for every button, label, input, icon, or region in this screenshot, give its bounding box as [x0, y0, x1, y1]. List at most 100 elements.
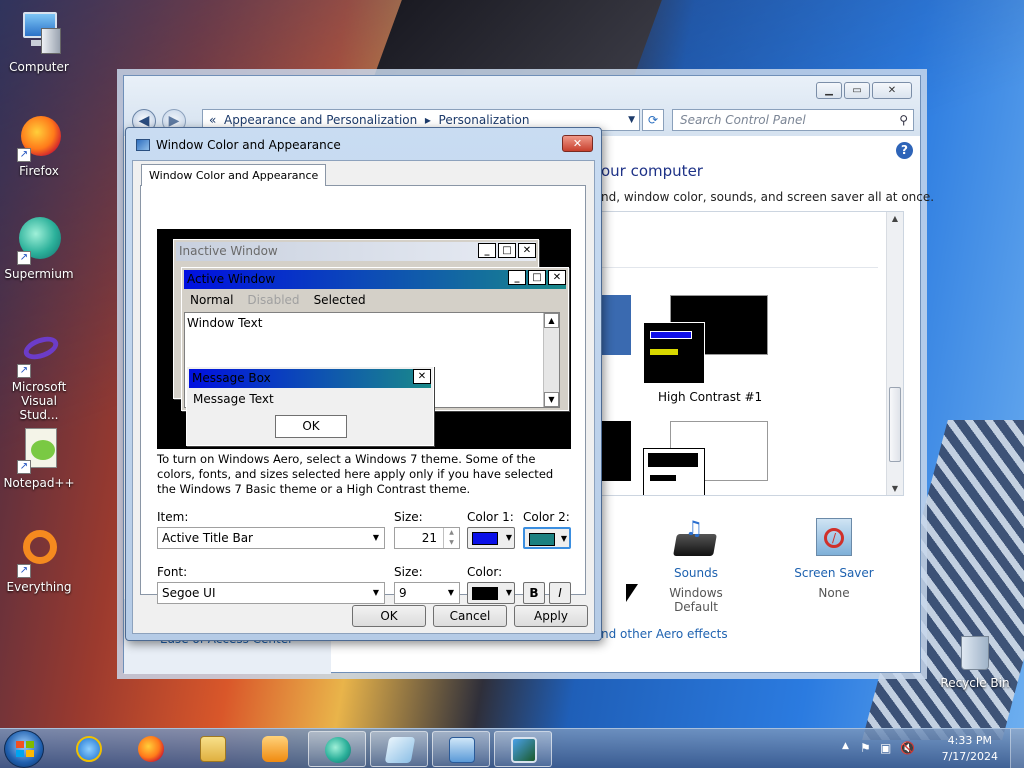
minimize-icon: _ — [478, 243, 496, 258]
item-size-value: 21 — [421, 531, 437, 545]
active-window-buttons: _ □ ✕ — [508, 270, 566, 285]
message-box-title-bar: Message Box — [189, 369, 431, 388]
desktop-icon-notepad-plus-plus[interactable]: ↗ Notepad++ — [0, 424, 78, 490]
sounds-label[interactable]: Sounds — [651, 566, 741, 580]
theme-thumbnail[interactable] — [601, 421, 631, 481]
supermium-icon — [325, 737, 351, 763]
chevron-down-icon: ▼ — [372, 588, 380, 597]
control-panel-icon — [449, 737, 475, 763]
page-title: our computer — [601, 162, 703, 180]
volume-muted-icon[interactable]: 🔇 — [900, 741, 915, 755]
taskbar-media-player[interactable] — [246, 731, 304, 767]
taskbar-display-settings[interactable] — [494, 731, 552, 767]
desktop-icon-visual-studio[interactable]: ↗ Microsoft Visual Stud... — [0, 328, 78, 422]
inactive-title: Inactive Window — [179, 244, 278, 258]
taskbar-firefox[interactable] — [122, 731, 180, 767]
bold-button[interactable]: B — [523, 582, 545, 604]
taskbar-explorer[interactable] — [184, 731, 242, 767]
visual-studio-icon: ↗ — [15, 328, 63, 378]
desktop-icon-computer[interactable]: Computer — [0, 8, 78, 74]
page-subtitle: nd, window color, sounds, and screen sav… — [601, 190, 935, 204]
firefox-icon: ↗ — [15, 112, 63, 162]
message-text: Message Text — [193, 392, 274, 406]
desktop-icon-everything[interactable]: ↗ Everything — [0, 528, 78, 594]
item-size-spinner[interactable]: 21 ▲ ▼ — [394, 527, 460, 549]
breadcrumb-item[interactable]: Appearance and Personalization — [224, 113, 417, 127]
item-label: Item: — [157, 510, 189, 524]
taskbar-control-panel[interactable] — [432, 731, 490, 767]
recycle-bin-icon — [957, 632, 993, 672]
screen-saver-label[interactable]: Screen Saver — [789, 566, 879, 580]
divider — [601, 267, 878, 268]
theme-thumbnail-basic[interactable] — [601, 295, 631, 355]
font-size-label: Size: — [394, 565, 423, 579]
clock[interactable]: 4:33 PM 7/17/2024 — [942, 733, 998, 765]
show-desktop-button[interactable] — [1010, 729, 1024, 768]
screen-saver-item[interactable]: / Screen Saver None — [789, 516, 879, 600]
color1-picker[interactable]: ▼ — [467, 527, 515, 549]
menu-normal: Normal — [190, 293, 234, 307]
color2-swatch — [529, 533, 555, 546]
close-button[interactable]: ✕ — [872, 82, 912, 99]
spinner-arrows[interactable]: ▲ ▼ — [443, 528, 459, 548]
font-size-select[interactable]: 9 ▼ — [394, 582, 460, 604]
help-icon[interactable]: ? — [896, 142, 913, 159]
taskbar-supermium[interactable] — [308, 731, 366, 767]
desktop-icon-supermium[interactable]: ↗ Supermium — [0, 215, 78, 281]
cancel-button[interactable]: Cancel — [433, 605, 507, 627]
tab-window-color-appearance[interactable]: Window Color and Appearance — [141, 164, 327, 186]
maximize-button[interactable]: ▭ — [844, 82, 870, 99]
network-icon[interactable]: ▣ — [880, 741, 891, 755]
theme-thumbnail-high-contrast-white[interactable] — [643, 421, 768, 495]
theme-thumbnail-high-contrast-1[interactable] — [643, 295, 768, 384]
sounds-item[interactable]: ♫ Sounds Windows Default — [651, 516, 741, 614]
color2-picker[interactable]: ▼ — [523, 527, 571, 549]
item-value: Active Title Bar — [162, 531, 253, 545]
message-box-title: Message Box — [192, 371, 271, 385]
item-select[interactable]: Active Title Bar ▼ — [157, 527, 385, 549]
aero-effects-link[interactable]: nd other Aero effects — [601, 627, 728, 641]
font-select[interactable]: Segoe UI ▼ — [157, 582, 385, 604]
screen-saver-value: None — [818, 586, 850, 600]
dialog-close-button[interactable]: ✕ — [562, 135, 593, 152]
show-hidden-icons-icon[interactable]: ▲ — [842, 741, 849, 751]
monitor-icon — [511, 737, 537, 763]
action-center-flag-icon[interactable]: ⚑ — [860, 741, 871, 755]
internet-explorer-icon — [76, 736, 102, 762]
desktop-icon-recycle-bin[interactable]: Recycle Bin — [936, 632, 1014, 690]
font-size-value: 9 — [399, 586, 407, 600]
taskbar-notepad[interactable] — [370, 731, 428, 767]
theme-scrollbar[interactable]: ▲ ▼ — [886, 212, 903, 495]
address-prefix: « — [209, 113, 217, 127]
refresh-button[interactable]: ⟳ — [642, 109, 664, 131]
font-color-picker[interactable]: ▼ — [467, 582, 515, 604]
start-button[interactable] — [4, 730, 44, 768]
ok-button[interactable]: OK — [352, 605, 426, 627]
appearance-preview[interactable]: Inactive Window _ □ ✕ Active Window _ □ ✕ — [157, 229, 571, 449]
theme-label: High Contrast #1 — [658, 390, 763, 404]
menu-disabled: Disabled — [247, 293, 300, 307]
computer-icon — [15, 8, 63, 56]
breadcrumb-item[interactable]: Personalization — [439, 113, 530, 127]
search-input[interactable]: Search Control Panel ⚲ — [672, 109, 914, 131]
media-player-icon — [262, 736, 288, 762]
taskbar-internet-explorer[interactable] — [60, 731, 118, 767]
item-size-label: Size: — [394, 510, 423, 524]
color1-swatch — [472, 532, 498, 545]
clock-time: 4:33 PM — [947, 734, 992, 747]
font-value: Segoe UI — [162, 586, 216, 600]
minimize-button[interactable]: ▁ — [816, 82, 842, 99]
preview-scrollbar: ▲ ▼ — [543, 313, 559, 407]
italic-button[interactable]: I — [549, 582, 571, 604]
preview-message-box: Message Box ✕ Message Text OK — [186, 366, 434, 446]
chevron-down-icon[interactable]: ▼ — [628, 110, 635, 130]
tab-panel: Inactive Window _ □ ✕ Active Window _ □ ✕ — [140, 185, 586, 604]
desktop-icon-label: Firefox — [19, 164, 59, 178]
notepad-plus-plus-icon: ↗ — [15, 424, 63, 474]
desktop-icon-firefox[interactable]: ↗ Firefox — [0, 112, 78, 178]
chevron-down-icon: ▼ — [447, 588, 455, 597]
chevron-down-icon: ▼ — [505, 533, 512, 542]
apply-button[interactable]: Apply — [514, 605, 588, 627]
window-text: Window Text — [187, 316, 263, 330]
notepad-icon — [384, 737, 416, 763]
